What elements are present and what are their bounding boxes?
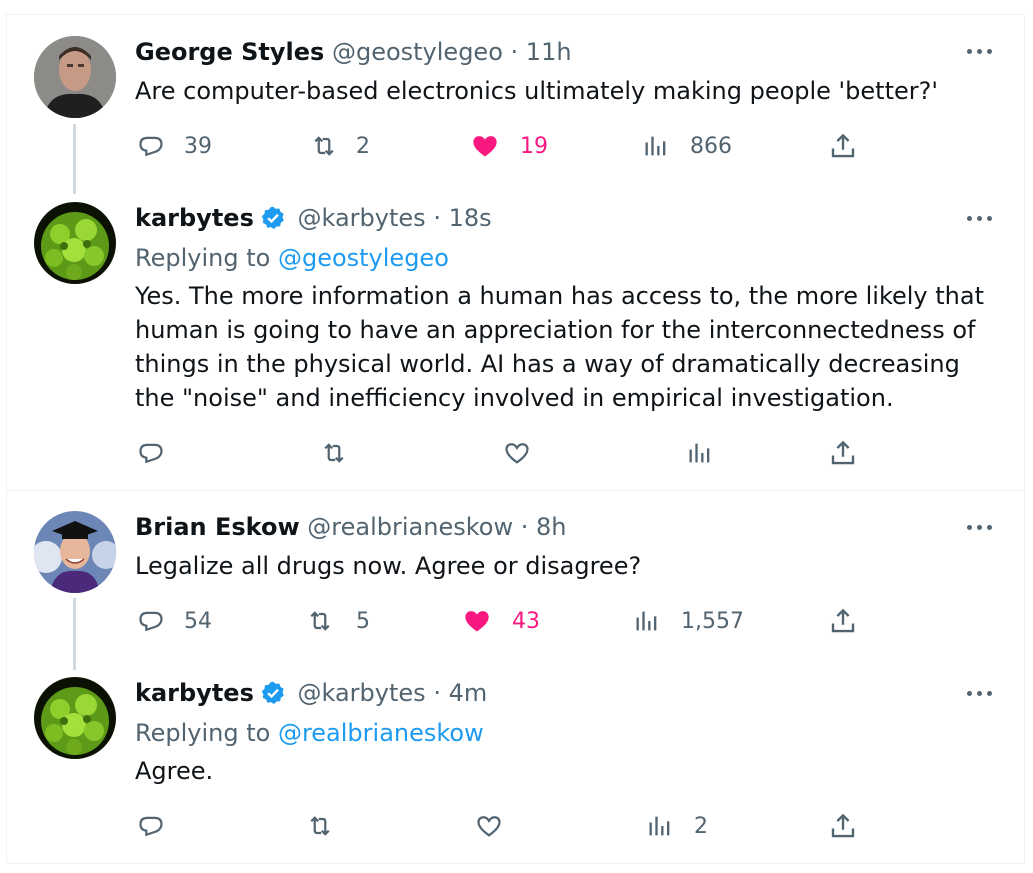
avatar-karbytes[interactable] <box>34 202 116 284</box>
reply-icon <box>139 611 163 632</box>
tweet-text: Yes. The more information a human has ac… <box>135 282 984 412</box>
timestamp[interactable]: 11h <box>526 38 572 66</box>
share-button[interactable] <box>828 808 858 844</box>
retweet-icon <box>324 443 344 463</box>
author-handle[interactable]: @geostylegeo <box>332 38 503 66</box>
views-button[interactable]: 2 <box>646 808 708 844</box>
author-name[interactable]: Brian Eskow <box>135 513 300 541</box>
tweet-text: Are computer-based electronics ultimatel… <box>135 77 938 105</box>
like-button[interactable] <box>474 808 504 844</box>
tweet-header: Brian Eskow @realbrianeskow · 8h <box>135 512 567 542</box>
heart-icon <box>477 816 501 837</box>
retweet-button[interactable]: 5 <box>304 603 370 639</box>
heart-icon <box>505 443 529 464</box>
retweet-count: 5 <box>356 608 370 634</box>
author-handle[interactable]: @karbytes <box>298 204 426 232</box>
avatar-brian-eskow[interactable] <box>34 511 116 593</box>
reply-count: 54 <box>184 608 212 634</box>
tweet-actions: 2 <box>0 808 1033 844</box>
timestamp[interactable]: 18s <box>449 204 492 232</box>
tweet-header: karbytes @karbytes · 18s <box>135 203 492 238</box>
replying-to: Replying to @geostylegeo <box>135 243 449 273</box>
share-button[interactable] <box>828 603 858 639</box>
replying-to: Replying to @realbrianeskow <box>135 718 484 748</box>
views-count: 866 <box>690 133 732 159</box>
avatar-george-styles[interactable] <box>34 36 116 118</box>
like-count: 43 <box>512 608 540 634</box>
like-count: 19 <box>520 133 548 159</box>
like-button[interactable] <box>502 435 532 471</box>
views-button[interactable]: 866 <box>642 128 732 164</box>
author-name[interactable]: George Styles <box>135 38 324 66</box>
views-count: 1,557 <box>681 608 744 634</box>
separator-dot: · <box>433 679 441 707</box>
reply-button[interactable] <box>136 435 166 471</box>
share-icon <box>831 440 855 465</box>
tweet-actions <box>0 435 1033 471</box>
replying-label: Replying to <box>135 719 271 747</box>
retweet-count: 2 <box>356 133 370 159</box>
verified-badge-icon <box>260 680 286 713</box>
like-button[interactable]: 43 <box>462 603 540 639</box>
tweet-text: Agree. <box>135 757 214 785</box>
conversation-divider <box>6 490 1024 491</box>
like-button[interactable]: 19 <box>470 128 548 164</box>
retweet-button[interactable] <box>318 435 350 471</box>
author-handle[interactable]: @realbrianeskow <box>307 513 513 541</box>
more-icon[interactable] <box>967 215 993 223</box>
views-icon <box>645 136 666 156</box>
timestamp[interactable]: 8h <box>536 513 566 541</box>
retweet-button[interactable] <box>304 808 336 844</box>
tweet-actions: 54 5 43 1,557 <box>0 603 1033 639</box>
author-handle[interactable]: @karbytes <box>298 679 426 707</box>
reply-count: 39 <box>184 133 212 159</box>
tweet-header: George Styles @geostylegeo · 11h <box>135 37 572 67</box>
reply-icon <box>139 816 163 837</box>
author-name[interactable]: karbytes <box>135 204 254 232</box>
views-button[interactable]: 1,557 <box>633 603 744 639</box>
views-button[interactable] <box>686 435 714 471</box>
share-icon <box>831 813 855 838</box>
tweet-header: karbytes @karbytes · 4m <box>135 678 487 713</box>
heart-icon <box>473 136 497 157</box>
author-name[interactable]: karbytes <box>135 679 254 707</box>
views-count: 2 <box>694 813 708 839</box>
retweet-icon <box>310 816 330 836</box>
views-icon <box>689 443 710 463</box>
avatar-karbytes[interactable] <box>34 677 116 759</box>
share-button[interactable] <box>828 435 858 471</box>
reply-icon <box>139 136 163 157</box>
share-icon <box>831 608 855 633</box>
retweet-icon <box>314 136 334 156</box>
reply-button[interactable]: 54 <box>136 603 212 639</box>
reply-button[interactable]: 39 <box>136 128 212 164</box>
reply-button[interactable] <box>136 808 166 844</box>
more-icon[interactable] <box>967 524 993 532</box>
mention-link[interactable]: @realbrianeskow <box>278 719 484 747</box>
separator-dot: · <box>510 38 519 66</box>
heart-icon <box>465 611 489 632</box>
more-icon[interactable] <box>967 48 993 56</box>
views-icon <box>636 611 657 631</box>
tweet-actions: 39 2 19 866 <box>0 128 1033 164</box>
reply-icon <box>139 443 163 464</box>
tweet-text: Legalize all drugs now. Agree or disagre… <box>135 552 642 580</box>
separator-dot: · <box>433 204 441 232</box>
mention-link[interactable]: @geostylegeo <box>278 244 449 272</box>
retweet-button[interactable]: 2 <box>308 128 370 164</box>
share-icon <box>831 133 855 158</box>
views-icon <box>649 816 670 836</box>
share-button[interactable] <box>828 128 858 164</box>
retweet-icon <box>310 611 330 631</box>
verified-badge-icon <box>260 205 286 238</box>
timestamp[interactable]: 4m <box>449 679 488 707</box>
more-icon[interactable] <box>967 690 993 698</box>
replying-label: Replying to <box>135 244 271 272</box>
separator-dot: · <box>520 513 529 541</box>
